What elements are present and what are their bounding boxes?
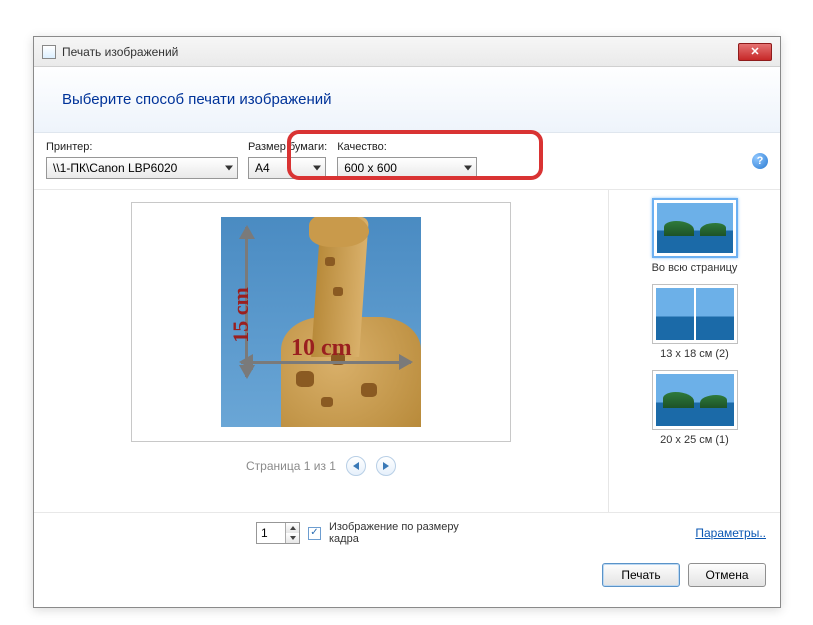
paper-label: Размер бумаги: xyxy=(248,141,327,153)
preview-frame: 15 cm 10 cm xyxy=(131,202,511,442)
prev-page-button[interactable] xyxy=(346,456,366,476)
print-button[interactable]: Печать xyxy=(602,563,680,587)
copies-stepper[interactable] xyxy=(256,522,300,544)
help-button[interactable]: ? xyxy=(752,153,768,169)
preview-pane: 15 cm 10 cm Страница 1 из 1 xyxy=(34,190,608,512)
giraffe-head xyxy=(309,217,369,247)
chevron-down-icon xyxy=(225,166,233,171)
copies-down[interactable] xyxy=(286,533,299,543)
printer-group: Принтер: \\1-ПК\Canon LBP6020 xyxy=(46,141,238,179)
layout-item-13x18[interactable]: 13 x 18 см (2) xyxy=(617,284,772,360)
page-status: Страница 1 из 1 xyxy=(246,459,336,473)
parameters-link[interactable]: Параметры.. xyxy=(695,526,766,540)
preview-image: 15 cm 10 cm xyxy=(221,217,421,427)
close-icon: ✕ xyxy=(750,45,759,58)
options-row: Принтер: \\1-ПК\Canon LBP6020 Размер бум… xyxy=(34,133,780,190)
quality-group: Качество: 600 x 600 xyxy=(337,141,477,179)
chevron-down-icon xyxy=(313,166,321,171)
next-page-button[interactable] xyxy=(376,456,396,476)
printer-label: Принтер: xyxy=(46,141,238,153)
printer-combo[interactable]: \\1-ПК\Canon LBP6020 xyxy=(46,157,238,179)
action-row: Печать Отмена xyxy=(34,553,780,601)
layout-label: 13 x 18 см (2) xyxy=(617,348,772,360)
close-button[interactable]: ✕ xyxy=(738,43,772,61)
quality-value: 600 x 600 xyxy=(344,161,397,175)
copies-input[interactable] xyxy=(257,523,285,543)
paper-value: A4 xyxy=(255,161,270,175)
triangle-right-icon xyxy=(383,462,389,470)
quality-combo[interactable]: 600 x 600 xyxy=(337,157,477,179)
printer-value: \\1-ПК\Canon LBP6020 xyxy=(53,161,177,175)
layout-item-full[interactable]: Во всю страницу xyxy=(617,198,772,274)
fit-checkbox[interactable] xyxy=(308,527,321,540)
layout-thumb xyxy=(652,198,738,258)
page-navigation: Страница 1 из 1 xyxy=(246,456,396,476)
titlebar: Печать изображений ✕ xyxy=(34,37,780,67)
cancel-button[interactable]: Отмена xyxy=(688,563,766,587)
header: Выберите способ печати изображений xyxy=(34,67,780,133)
help-icon: ? xyxy=(757,155,764,167)
body: 15 cm 10 cm Страница 1 из 1 Во всю стран… xyxy=(34,190,780,512)
layout-list[interactable]: Во всю страницу 13 x 18 см (2) 20 x 25 с… xyxy=(608,190,780,512)
layout-label: Во всю страницу xyxy=(617,262,772,274)
dimension-horizontal-text: 10 cm xyxy=(291,335,352,362)
footer-row: Изображение по размеру кадра Параметры.. xyxy=(34,512,780,553)
layout-label: 20 x 25 см (1) xyxy=(617,434,772,446)
header-prompt: Выберите способ печати изображений xyxy=(62,91,752,108)
paper-size-combo[interactable]: A4 xyxy=(248,157,326,179)
paper-group: Размер бумаги: A4 xyxy=(248,141,327,179)
window-title: Печать изображений xyxy=(62,45,178,59)
app-icon xyxy=(42,45,56,59)
layout-thumb xyxy=(652,284,738,344)
quality-label: Качество: xyxy=(337,141,477,153)
print-dialog: Печать изображений ✕ Выберите способ печ… xyxy=(33,36,781,608)
fit-label: Изображение по размеру кадра xyxy=(329,521,459,545)
dimension-vertical-text: 15 cm xyxy=(228,287,254,343)
dimension-horizontal: 10 cm xyxy=(241,347,411,377)
chevron-down-icon xyxy=(464,166,472,171)
layout-thumb xyxy=(652,370,738,430)
copies-up[interactable] xyxy=(286,523,299,533)
layout-item-20x25[interactable]: 20 x 25 см (1) xyxy=(617,370,772,446)
triangle-left-icon xyxy=(353,462,359,470)
